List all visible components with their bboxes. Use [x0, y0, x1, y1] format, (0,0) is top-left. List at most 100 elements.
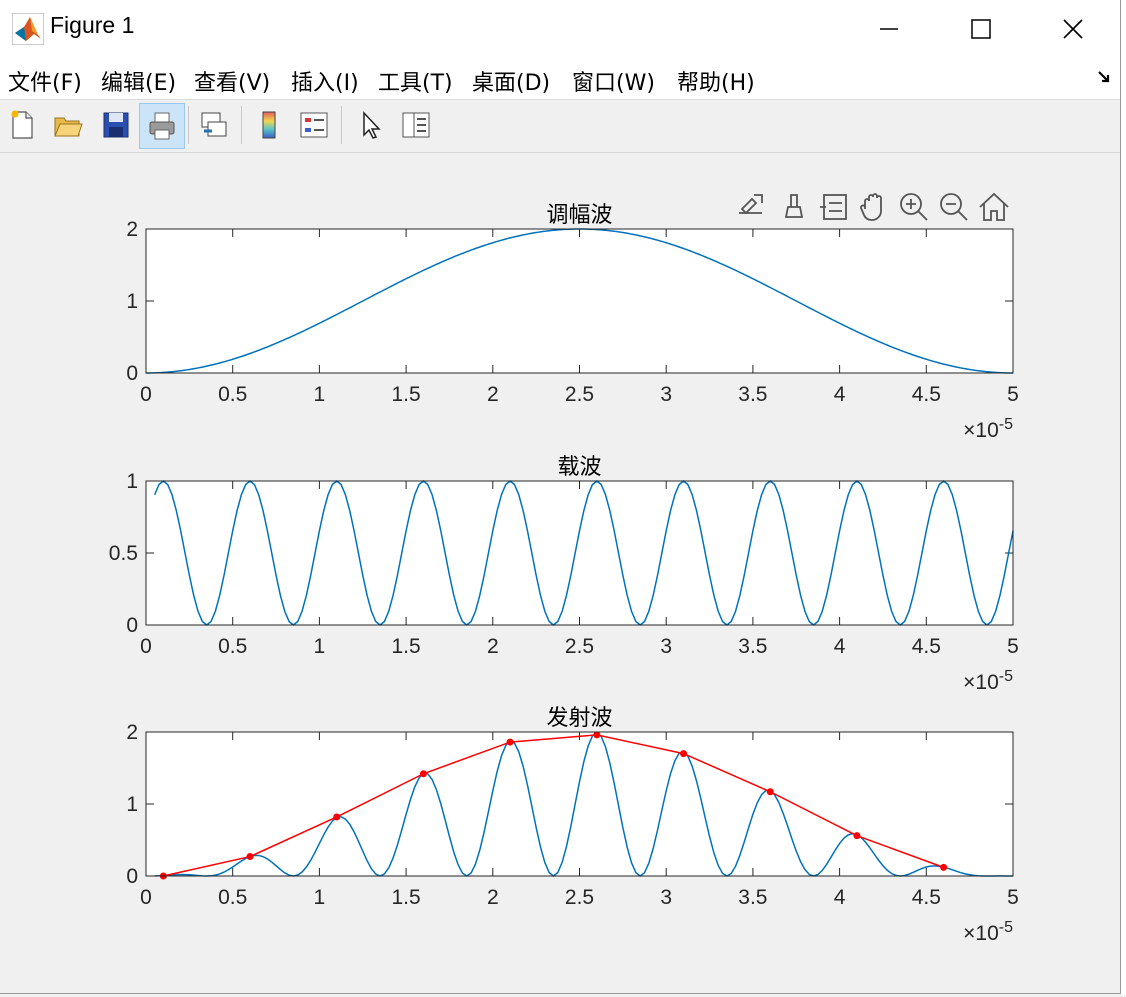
- x-tick-label: 4.5: [912, 383, 941, 406]
- x-tick-label: 5: [1007, 886, 1019, 909]
- x-tick-label: 3.5: [738, 886, 767, 909]
- x-tick-label: 0.5: [218, 383, 247, 406]
- x-tick-label: 1: [314, 383, 326, 406]
- pan-icon[interactable]: [860, 193, 882, 221]
- x-tick-label: 4.5: [912, 886, 941, 909]
- menu-file[interactable]: 文件(F): [8, 65, 82, 97]
- x-tick-label: 2.5: [565, 635, 594, 658]
- x-tick-label: 2: [487, 635, 499, 658]
- envelope-point: [333, 813, 341, 821]
- minimize-icon: [880, 27, 898, 30]
- x-tick-label: 0.5: [218, 635, 247, 658]
- figure-plot-area: 0 0.5 1 1.5 2 2.5 3 3.5 4 4.5 5 0 1 2 调幅波 ×10-5 0 0.5 1 1.…: [109, 192, 1019, 945]
- link-plot-button[interactable]: [194, 104, 234, 146]
- link-plot-icon: [201, 112, 227, 137]
- y-tick-label: 1: [126, 470, 138, 493]
- zoom-in-icon[interactable]: [900, 193, 928, 221]
- figure-canvas: 0 0.5 1 1.5 2 2.5 3 3.5 4 4.5 5 0 1 2 调幅波 ×10-5 0 0.5 1 1.…: [0, 153, 1120, 993]
- x-tick-label: 3: [660, 635, 672, 658]
- x-tick-label: 0.5: [218, 886, 247, 909]
- export-icon[interactable]: [739, 194, 763, 215]
- save-icon: [103, 112, 129, 138]
- select-pointer-icon: [363, 111, 381, 139]
- plot-background: [146, 481, 1013, 625]
- toolbar-separator: [341, 106, 342, 144]
- axes-toolbar: [739, 192, 1009, 221]
- figure-window: Figure 1 文件(F) 编辑(E) 查看(V) 插入(I) 工具(T) 桌…: [0, 0, 1121, 994]
- y-tick-label: 0: [126, 865, 138, 888]
- toolbar-separator: [188, 106, 189, 144]
- x-tick-label: 1: [314, 635, 326, 658]
- x-tick-label: 2.5: [565, 886, 594, 909]
- save-button[interactable]: [96, 104, 136, 146]
- zoom-out-icon[interactable]: [940, 193, 968, 221]
- x-tick-label: 0: [140, 886, 152, 909]
- axes-title: 发射波: [546, 705, 612, 730]
- y-tick-label: 0: [126, 362, 138, 385]
- envelope-point: [680, 750, 688, 758]
- y-tick-label: 0: [126, 614, 138, 637]
- colorbar-button[interactable]: [249, 104, 289, 146]
- menu-desktop[interactable]: 桌面(D): [472, 65, 550, 97]
- x-tick-label: 5: [1007, 383, 1019, 406]
- x-exponent-label: ×10-5: [963, 416, 1013, 442]
- y-tick-label: 1: [126, 793, 138, 816]
- colorbar-icon: [262, 111, 276, 139]
- property-inspector-icon: [402, 112, 430, 138]
- select-pointer-button[interactable]: [351, 104, 391, 146]
- new-figure-icon: [11, 110, 33, 139]
- axes-title: 载波: [557, 454, 601, 479]
- background-window-edge: [1121, 0, 1126, 995]
- menu-tools[interactable]: 工具(T): [378, 65, 453, 97]
- x-tick-label: 4: [834, 635, 846, 658]
- minimize-button[interactable]: [843, 0, 935, 57]
- x-tick-label: 2: [487, 383, 499, 406]
- y-tick-label: 1: [126, 290, 138, 313]
- x-tick-label: 3.5: [738, 635, 767, 658]
- x-tick-label: 3: [660, 383, 672, 406]
- close-button[interactable]: [1027, 0, 1119, 57]
- dock-figure-icon[interactable]: [1096, 69, 1112, 85]
- menu-help[interactable]: 帮助(H): [677, 65, 755, 97]
- property-inspector-button[interactable]: [396, 104, 436, 146]
- legend-button[interactable]: [294, 104, 334, 146]
- menu-edit[interactable]: 编辑(E): [101, 65, 176, 97]
- menu-view[interactable]: 查看(V): [194, 65, 270, 97]
- title-bar[interactable]: Figure 1: [0, 0, 1120, 57]
- maximize-button[interactable]: [935, 0, 1027, 57]
- x-tick-label: 1: [314, 886, 326, 909]
- new-figure-button[interactable]: [2, 104, 42, 146]
- x-tick-label: 4.5: [912, 635, 941, 658]
- brush-icon[interactable]: [784, 194, 804, 218]
- matlab-logo-icon: [12, 13, 44, 45]
- x-tick-label: 0: [140, 635, 152, 658]
- menu-insert[interactable]: 插入(I): [291, 65, 359, 97]
- x-tick-label: 1.5: [391, 886, 420, 909]
- x-exponent-label: ×10-5: [963, 919, 1013, 945]
- envelope-point: [853, 832, 861, 840]
- x-tick-label: 1.5: [391, 383, 420, 406]
- x-tick-label: 3: [660, 886, 672, 909]
- window-title: Figure 1: [50, 12, 135, 38]
- envelope-point: [940, 863, 948, 871]
- envelope-point: [766, 788, 774, 796]
- print-icon: [149, 112, 175, 140]
- print-button[interactable]: [139, 103, 185, 149]
- envelope-point: [419, 770, 427, 778]
- open-file-icon: [54, 117, 83, 137]
- open-file-button[interactable]: [48, 104, 88, 146]
- axes-carrier-wave[interactable]: 0 0.5 1 1.5 2 2.5 3 3.5 4 4.5 5 0 0.5 1 载波 ×10-5: [109, 454, 1019, 694]
- plot-background: [146, 229, 1013, 373]
- y-tick-label: 2: [126, 721, 138, 744]
- axes-modulating-wave[interactable]: 0 0.5 1 1.5 2 2.5 3 3.5 4 4.5 5 0 1 2 调幅波 ×10-5: [126, 202, 1019, 442]
- menu-window[interactable]: 窗口(W): [572, 65, 655, 97]
- data-tips-icon[interactable]: [820, 194, 847, 220]
- x-tick-label: 1.5: [391, 635, 420, 658]
- axes-transmitted-wave[interactable]: 0 0.5 1 1.5 2 2.5 3 3.5 4 4.5 5 0 1 2 发射波 ×10-5: [126, 705, 1019, 945]
- figure-toolbar: [0, 100, 1120, 153]
- home-icon[interactable]: [979, 192, 1009, 221]
- axes-title: 调幅波: [546, 202, 612, 227]
- x-tick-label: 3.5: [738, 383, 767, 406]
- toolbar-separator: [241, 106, 242, 144]
- x-tick-label: 2: [487, 886, 499, 909]
